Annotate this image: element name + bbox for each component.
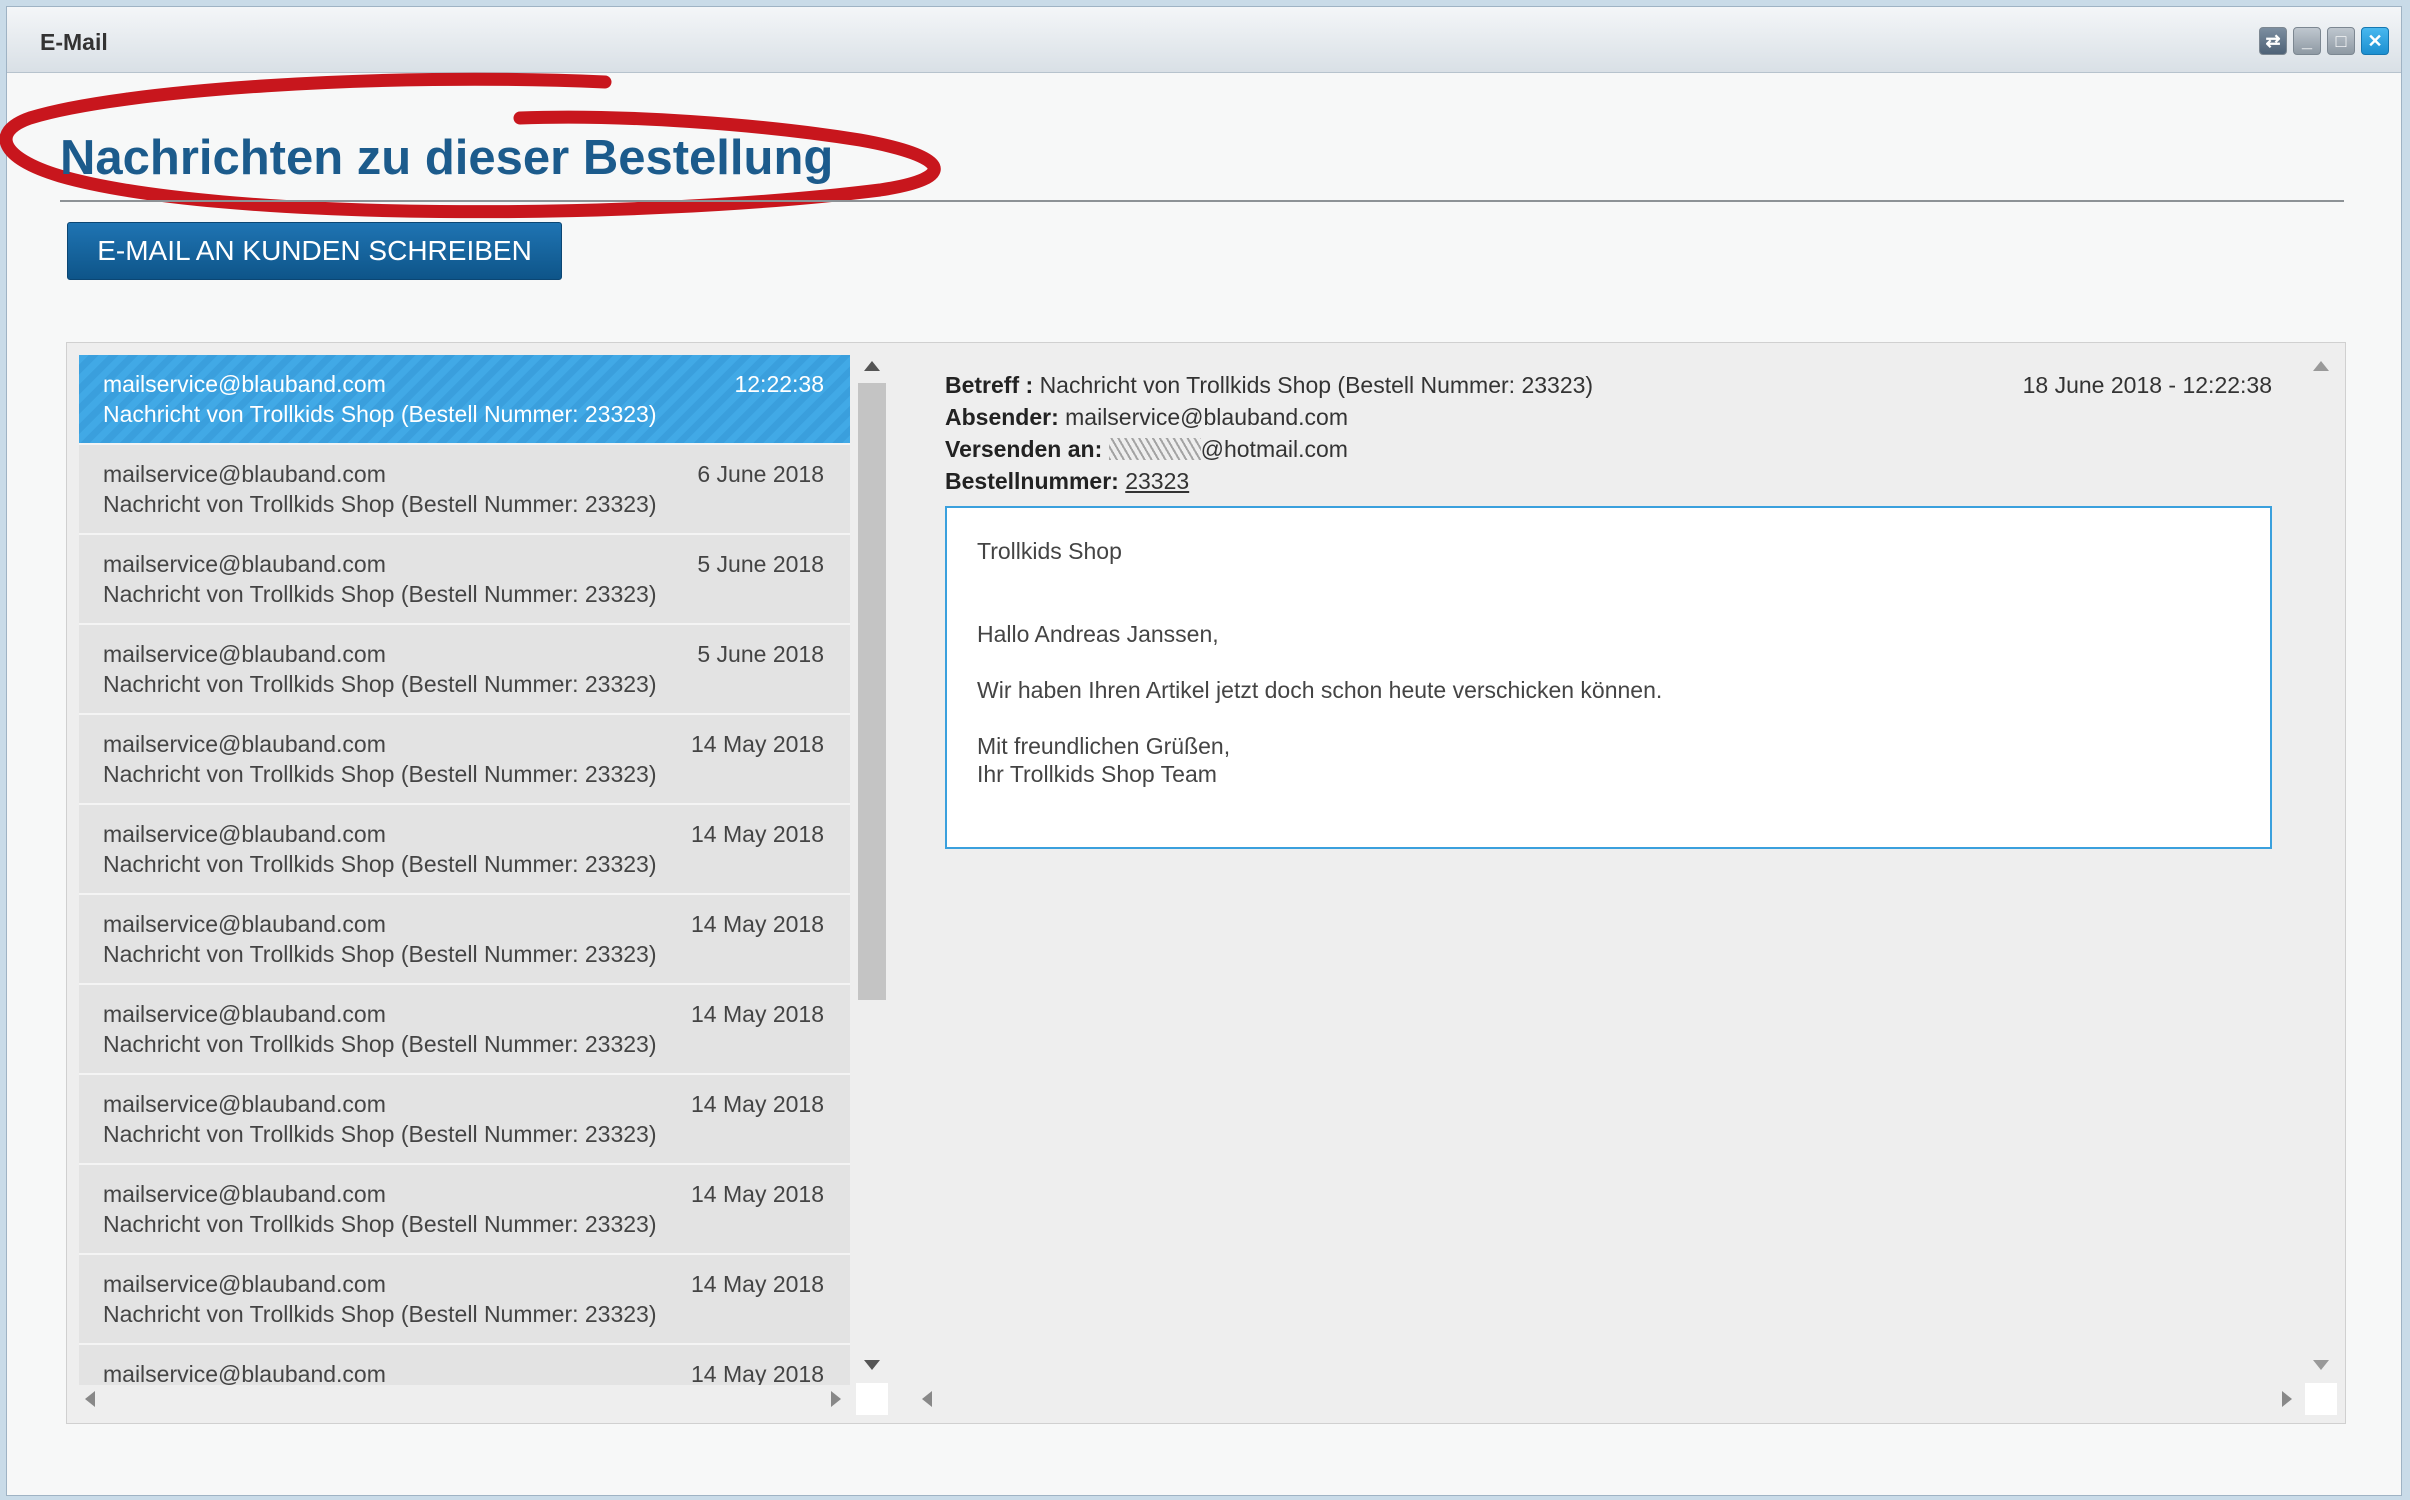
message-list-scrollbar[interactable]: [856, 355, 888, 1385]
message-sender: mailservice@blauband.com: [103, 551, 386, 577]
message-subject: Nachricht von Trollkids Shop (Bestell Nu…: [103, 401, 657, 427]
window-titlebar: E-Mail ⇄ _ □ ✕: [7, 7, 2401, 73]
message-date: 14 May 2018: [691, 1361, 824, 1385]
recipient-domain: @hotmail.com: [1200, 436, 1348, 462]
body-greeting: Hallo Andreas Janssen,: [977, 621, 1219, 647]
body-signature: Ihr Trollkids Shop Team: [977, 761, 1217, 787]
body-shop-name: Trollkids Shop: [977, 538, 1122, 564]
message-date: 14 May 2018: [691, 1181, 824, 1207]
detail-scroll-corner: [2305, 1383, 2337, 1415]
minimize-icon[interactable]: _: [2293, 27, 2321, 55]
message-list-item[interactable]: mailservice@blauband.com 14 May 2018 Nachr…: [79, 1255, 850, 1345]
scroll-up-icon[interactable]: [864, 361, 880, 371]
email-body: Trollkids Shop Hallo Andreas Janssen, Wi…: [945, 506, 2272, 849]
window-controls: ⇄ _ □ ✕: [2259, 27, 2389, 55]
recipient-label: Versenden an:: [945, 436, 1103, 462]
detail-order-row: Bestellnummer: 23323: [945, 468, 1189, 495]
compose-email-button[interactable]: E-MAIL AN KUNDEN SCHREIBEN: [67, 222, 562, 280]
message-date: 14 May 2018: [691, 731, 824, 757]
message-list-item[interactable]: mailservice@blauband.com 14 May 2018 Nachr…: [79, 1165, 850, 1255]
message-sender: mailservice@blauband.com: [103, 731, 386, 757]
message-list-item[interactable]: mailservice@blauband.com 14 May 2018 Nachr…: [79, 985, 850, 1075]
detail-hscrollbar[interactable]: [912, 1383, 2292, 1415]
scroll-left-icon[interactable]: [85, 1391, 95, 1407]
message-date: 5 June 2018: [697, 641, 824, 667]
scroll-down-icon[interactable]: [864, 1360, 880, 1370]
detail-recipient-row: Versenden an: @hotmail.com: [945, 436, 1348, 463]
message-subject: Nachricht von Trollkids Shop (Bestell Nu…: [103, 851, 657, 877]
message-sender: mailservice@blauband.com: [103, 1001, 386, 1027]
message-date: 12:22:38: [734, 371, 824, 397]
order-number-link[interactable]: 23323: [1125, 468, 1189, 494]
sender-value: mailservice@blauband.com: [1065, 404, 1349, 430]
message-list-item[interactable]: mailservice@blauband.com 14 May 2018 Nachr…: [79, 715, 850, 805]
sent-date: 18 June 2018 - 12:22:38: [2022, 372, 2272, 398]
message-sender: mailservice@blauband.com: [103, 911, 386, 937]
detail-sender-row: Absender: mailservice@blauband.com: [945, 404, 1348, 431]
subject-value: Nachricht von Trollkids Shop (Bestell Nu…: [1039, 372, 1594, 398]
message-subject: Nachricht von Trollkids Shop (Bestell Nu…: [103, 941, 657, 967]
message-list-item[interactable]: mailservice@blauband.com 6 June 2018 Nachr…: [79, 445, 850, 535]
message-list-item[interactable]: mailservice@blauband.com 5 June 2018 Nachr…: [79, 625, 850, 715]
message-list-item[interactable]: mailservice@blauband.com14 May 2018Nachr…: [79, 1345, 850, 1385]
message-subject: Nachricht von Trollkids Shop (Bestell Nu…: [103, 581, 657, 607]
message-sender: mailservice@blauband.com: [103, 821, 386, 847]
message-date: 6 June 2018: [697, 461, 824, 487]
refresh-icon[interactable]: ⇄: [2259, 27, 2287, 55]
maximize-icon[interactable]: □: [2327, 27, 2355, 55]
message-list-item[interactable]: mailservice@blauband.com 12:22:38 Nachrich…: [79, 355, 850, 445]
message-list-item[interactable]: mailservice@blauband.com 14 May 2018 Nachr…: [79, 895, 850, 985]
body-text: Wir haben Ihren Artikel jetzt doch schon…: [977, 677, 1663, 703]
message-sender: mailservice@blauband.com: [103, 1271, 386, 1297]
subject-label: Betreff :: [945, 372, 1034, 398]
scroll-corner: [856, 1383, 888, 1415]
message-subject: Nachricht von Trollkids Shop (Bestell Nu…: [103, 1031, 657, 1057]
detail-scrollbar[interactable]: [2305, 355, 2337, 1385]
title-divider: [60, 200, 2344, 202]
message-date: 14 May 2018: [691, 911, 824, 937]
scrollbar-thumb[interactable]: [858, 383, 886, 1000]
message-sender: mailservice@blauband.com: [103, 1361, 386, 1385]
order-label: Bestellnummer:: [945, 468, 1119, 494]
message-subject: Nachricht von Trollkids Shop (Bestell Nu…: [103, 491, 657, 517]
message-list[interactable]: mailservice@blauband.com 12:22:38 Nachrich…: [79, 355, 850, 1385]
message-date: 14 May 2018: [691, 1091, 824, 1117]
close-icon[interactable]: ✕: [2361, 27, 2389, 55]
message-sender: mailservice@blauband.com: [103, 1091, 386, 1117]
detail-scroll-left-icon[interactable]: [922, 1391, 932, 1407]
message-date: 14 May 2018: [691, 821, 824, 847]
scroll-right-icon[interactable]: [831, 1391, 841, 1407]
message-list-item[interactable]: mailservice@blauband.com 14 May 2018 Nachr…: [79, 805, 850, 895]
message-subject: Nachricht von Trollkids Shop (Bestell Nu…: [103, 1121, 657, 1147]
message-list-hscrollbar[interactable]: [79, 1383, 850, 1415]
message-sender: mailservice@blauband.com: [103, 461, 386, 487]
detail-subject-row: Betreff : Nachricht von Trollkids Shop (…: [945, 372, 1593, 399]
message-sender: mailservice@blauband.com: [103, 1181, 386, 1207]
detail-scroll-right-icon[interactable]: [2282, 1391, 2292, 1407]
message-date: 14 May 2018: [691, 1001, 824, 1027]
detail-scroll-up-icon[interactable]: [2313, 361, 2329, 371]
message-sender: mailservice@blauband.com: [103, 371, 386, 397]
sender-label: Absender:: [945, 404, 1059, 430]
message-sender: mailservice@blauband.com: [103, 641, 386, 667]
message-subject: Nachricht von Trollkids Shop (Bestell Nu…: [103, 1211, 657, 1237]
message-list-item[interactable]: mailservice@blauband.com 5 June 2018 Nachr…: [79, 535, 850, 625]
message-date: 14 May 2018: [691, 1271, 824, 1297]
message-date: 5 June 2018: [697, 551, 824, 577]
page-title: Nachrichten zu dieser Bestellung: [60, 131, 834, 185]
body-closing: Mit freundlichen Grüßen,: [977, 733, 1231, 759]
message-subject: Nachricht von Trollkids Shop (Bestell Nu…: [103, 1301, 657, 1327]
message-list-item[interactable]: mailservice@blauband.com 14 May 2018 Nachr…: [79, 1075, 850, 1165]
message-subject: Nachricht von Trollkids Shop (Bestell Nu…: [103, 761, 657, 787]
detail-scroll-down-icon[interactable]: [2313, 1360, 2329, 1370]
redacted-recipient: [1108, 438, 1201, 460]
message-subject: Nachricht von Trollkids Shop (Bestell Nu…: [103, 671, 657, 697]
window-title: E-Mail: [40, 29, 108, 55]
